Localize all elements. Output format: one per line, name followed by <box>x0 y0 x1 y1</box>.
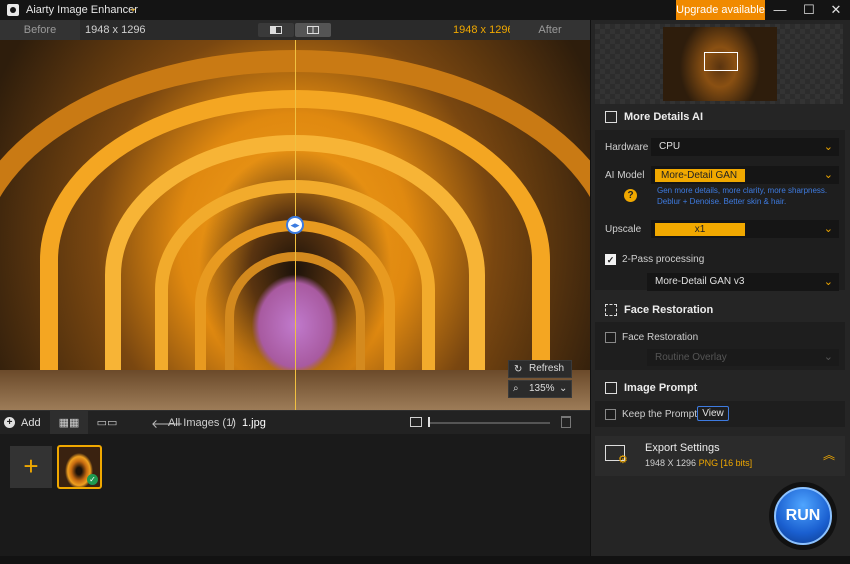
more-details-title: More Details AI <box>624 111 704 123</box>
face-restoration-checkbox[interactable] <box>605 332 616 343</box>
zoom-value: 135% <box>529 383 555 394</box>
hardware-select[interactable]: CPU ⌄ <box>651 138 839 156</box>
title-bar: Aiarty Image Enhancer ⌄ Upgrade availabl… <box>0 0 850 20</box>
more-details-box: Hardware CPU ⌄ AI Model More-Detail GAN … <box>595 130 845 291</box>
thumbnail-size-icon <box>410 417 422 427</box>
face-restoration-box: Face Restoration Routine Overlay ⌄ <box>595 322 845 370</box>
two-pass-model-select[interactable]: More-Detail GAN v3 ⌄ <box>647 273 839 291</box>
chevron-down-icon: ⌄ <box>823 276 833 288</box>
single-view-icon <box>270 26 282 34</box>
export-settings[interactable]: ⚙ Export Settings 1948 X 1296 PNG [16 bi… <box>595 436 845 476</box>
image-prompt-box: Keep the Prompt View <box>595 401 845 427</box>
face-scan-icon <box>605 304 617 316</box>
split-view-button[interactable] <box>295 23 331 37</box>
chevron-down-icon: ⌄ <box>559 383 568 394</box>
help-icon[interactable]: ? <box>624 189 637 202</box>
refresh-button[interactable]: ↻ Refresh <box>508 360 572 378</box>
app-logo-icon <box>7 4 19 16</box>
strip-view-button[interactable]: ▭▭ <box>88 411 126 435</box>
split-handle-icon[interactable]: ◂▸ <box>286 216 304 234</box>
maximize-button[interactable]: ☐ <box>796 0 822 20</box>
enhance-icon <box>605 111 617 123</box>
split-view-icon <box>307 26 319 34</box>
before-size: 1948 x 1296 <box>85 24 146 36</box>
image-prompt-title: Image Prompt <box>624 382 698 394</box>
expand-up-icon[interactable]: ︽ <box>823 446 835 463</box>
navigator-preview[interactable] <box>595 24 843 104</box>
face-mode-value: Routine Overlay <box>655 352 727 363</box>
gear-icon: ⚙ <box>618 454 628 466</box>
gallery-toolbar: + Add ▦▦ ▭▭ 🡐 All Images (1) / 1.jpg <box>0 410 590 435</box>
add-button[interactable]: + Add <box>0 411 48 435</box>
image-gallery: + ✓ <box>0 434 590 556</box>
face-restoration-label: Face Restoration <box>622 332 699 343</box>
ai-model-value: More-Detail GAN v3 <box>655 169 745 194</box>
run-button[interactable]: RUN <box>774 487 832 545</box>
export-details: 1948 X 1296 PNG [16 bits] <box>645 458 752 468</box>
after-label: After <box>510 20 590 40</box>
compare-bar: Before 1948 x 1296 1948 x 1296 After <box>0 20 590 40</box>
face-mode-select: Routine Overlay ⌄ <box>647 349 839 366</box>
ai-model-label: AI Model <box>605 170 645 181</box>
breadcrumb-separator: / <box>231 417 235 429</box>
more-details-header: More Details AI <box>595 106 845 128</box>
image-viewer[interactable]: ◂▸ ↻ Refresh ⌕ 135% ⌄ <box>0 40 590 410</box>
two-pass-label: 2-Pass processing <box>622 254 705 265</box>
export-title: Export Settings <box>645 442 720 454</box>
image-prompt-header: Image Prompt <box>595 377 845 399</box>
navigator-viewport[interactable] <box>704 52 738 71</box>
close-button[interactable]: ✕ <box>823 0 849 20</box>
breadcrumb-all-images[interactable]: All Images (1) <box>168 417 236 429</box>
check-icon: ✓ <box>87 474 98 485</box>
chevron-down-icon: ⌄ <box>823 351 833 363</box>
refresh-icon: ↻ <box>514 364 523 375</box>
export-depth: [16 bits] <box>720 458 753 468</box>
thumbnail-size-slider[interactable] <box>428 422 550 424</box>
keep-prompt-label: Keep the Prompt <box>622 409 698 420</box>
zoom-icon: ⌕ <box>513 383 519 394</box>
thumbnail-slider-handle[interactable] <box>428 417 430 427</box>
before-label: Before <box>0 20 80 40</box>
keep-prompt-checkbox[interactable] <box>605 409 616 420</box>
hardware-value: CPU <box>659 141 681 152</box>
grid-view-button[interactable]: ▦▦ <box>50 411 88 435</box>
minimize-button[interactable]: — <box>767 0 793 20</box>
chevron-down-icon: ⌄ <box>823 223 833 235</box>
two-pass-model-value: More-Detail GAN v3 <box>655 276 745 287</box>
add-image-tile[interactable]: + <box>10 446 52 488</box>
refresh-label: Refresh <box>529 363 565 374</box>
settings-panel: More Details AI Hardware CPU ⌄ AI Model … <box>590 20 850 556</box>
single-view-button[interactable] <box>258 23 294 37</box>
ai-model-description: Gen more details, more clarity, more sha… <box>657 186 828 206</box>
app-title: Aiarty Image Enhancer <box>26 4 138 16</box>
face-restoration-title: Face Restoration <box>624 304 714 316</box>
face-restoration-header: Face Restoration <box>595 299 845 321</box>
upscale-select[interactable]: x1 ⌄ <box>651 220 839 238</box>
upscale-value: x1 <box>655 223 745 236</box>
app-menu-chevron-icon[interactable]: ⌄ <box>129 3 137 14</box>
chevron-down-icon: ⌄ <box>823 169 833 181</box>
upscale-label: Upscale <box>605 224 642 235</box>
export-format: PNG <box>698 458 719 468</box>
plus-icon: + <box>4 417 15 428</box>
trash-icon[interactable] <box>561 416 571 428</box>
ai-model-select[interactable]: More-Detail GAN v3 ⌄ <box>651 166 839 194</box>
upgrade-button[interactable]: Upgrade available <box>676 0 765 20</box>
add-label: Add <box>21 417 41 429</box>
chevron-down-icon: ⌄ <box>823 141 833 153</box>
breadcrumb-file: 1.jpg <box>242 417 266 429</box>
export-resolution: 1948 X 1296 <box>645 458 697 468</box>
hardware-label: Hardware <box>605 142 649 153</box>
two-pass-checkbox[interactable]: ✓ <box>605 254 616 265</box>
image-thumbnail[interactable]: ✓ <box>57 445 102 489</box>
zoom-select[interactable]: ⌕ 135% ⌄ <box>508 380 572 398</box>
view-prompt-button[interactable]: View <box>697 406 729 421</box>
document-icon <box>605 382 617 394</box>
after-size: 1948 x 1296 <box>453 24 514 36</box>
status-strip <box>0 556 850 564</box>
